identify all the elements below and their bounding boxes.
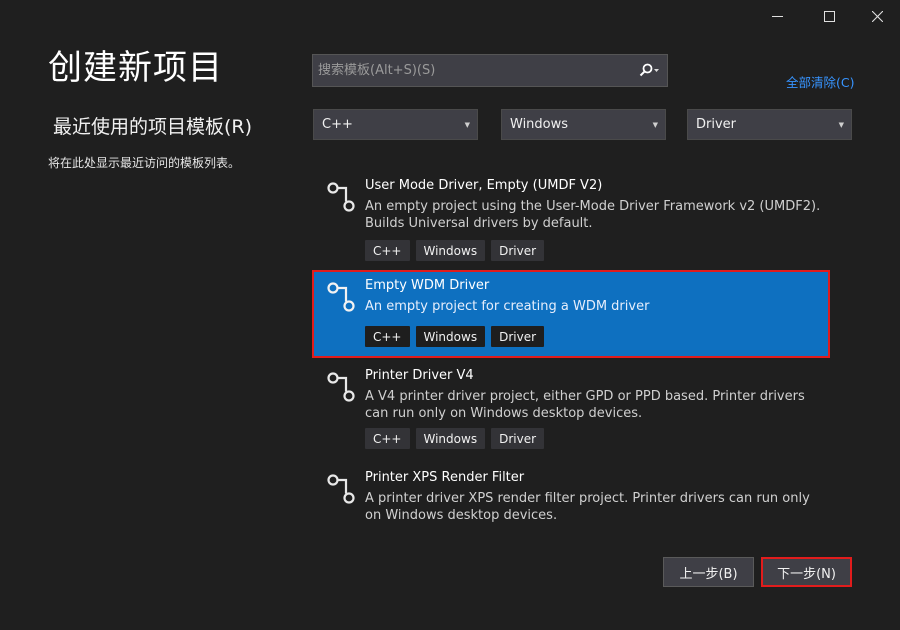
chevron-down-icon: ▼ <box>464 120 470 129</box>
language-filter-value: C++ <box>322 117 353 132</box>
tag-language: C++ <box>365 240 410 261</box>
tag-project-type: Driver <box>491 240 545 261</box>
next-button[interactable]: 下一步(N) <box>761 557 852 587</box>
template-tags: C++ Windows Driver <box>365 240 545 261</box>
template-item-empty-wdm-driver[interactable]: Empty WDM Driver An empty project for cr… <box>312 270 830 358</box>
search-button[interactable] <box>631 55 667 86</box>
search-box <box>312 54 668 87</box>
template-description: An empty project using the User-Mode Dri… <box>365 199 821 231</box>
page-title: 创建新项目 <box>48 48 223 88</box>
close-button[interactable] <box>854 0 900 32</box>
tag-platform: Windows <box>415 428 486 449</box>
close-icon <box>871 10 883 22</box>
recent-templates-empty-text: 将在此处显示最近访问的模板列表。 <box>48 156 241 170</box>
tag-project-type: Driver <box>491 428 545 449</box>
tag-language: C++ <box>365 428 410 449</box>
project-type-filter-value: Driver <box>696 117 737 132</box>
minimize-button[interactable] <box>754 0 800 32</box>
template-item-umdf-v2[interactable]: User Mode Driver, Empty (UMDF V2) An emp… <box>314 172 828 264</box>
driver-icon <box>327 474 355 504</box>
tag-platform: Windows <box>415 326 486 347</box>
minimize-icon <box>771 15 783 17</box>
template-tags: C++ Windows Driver <box>365 326 545 347</box>
list-fade-overlay <box>314 520 828 534</box>
back-button[interactable]: 上一步(B) <box>663 557 754 587</box>
template-description: An empty project for creating a WDM driv… <box>365 299 650 314</box>
chevron-down-icon: ▼ <box>652 120 658 129</box>
maximize-icon <box>823 10 835 22</box>
template-name: User Mode Driver, Empty (UMDF V2) <box>365 178 603 193</box>
maximize-button[interactable] <box>806 0 852 32</box>
tag-platform: Windows <box>415 240 486 261</box>
platform-filter-value: Windows <box>510 117 569 132</box>
template-name: Printer XPS Render Filter <box>365 470 525 485</box>
language-filter-dropdown[interactable]: C++ ▼ <box>313 109 478 140</box>
template-description: A V4 printer driver project, either GPD … <box>365 389 805 421</box>
driver-icon <box>327 282 355 312</box>
tag-language: C++ <box>365 326 410 347</box>
search-icon <box>639 63 659 76</box>
driver-icon <box>327 372 355 402</box>
platform-filter-dropdown[interactable]: Windows ▼ <box>501 109 666 140</box>
tag-project-type: Driver <box>491 326 545 347</box>
recent-templates-heading: 最近使用的项目模板(R) <box>53 116 253 138</box>
search-input[interactable] <box>313 55 631 86</box>
template-name: Printer Driver V4 <box>365 368 474 383</box>
project-type-filter-dropdown[interactable]: Driver ▼ <box>687 109 852 140</box>
template-description: A printer driver XPS render filter proje… <box>365 491 810 523</box>
template-item-printer-driver-v4[interactable]: Printer Driver V4 A V4 printer driver pr… <box>314 362 828 454</box>
chevron-down-icon: ▼ <box>838 120 844 129</box>
template-name: Empty WDM Driver <box>365 278 490 293</box>
template-tags: C++ Windows Driver <box>365 428 545 449</box>
driver-icon <box>327 182 355 212</box>
clear-all-link[interactable]: 全部清除(C) <box>786 72 854 91</box>
